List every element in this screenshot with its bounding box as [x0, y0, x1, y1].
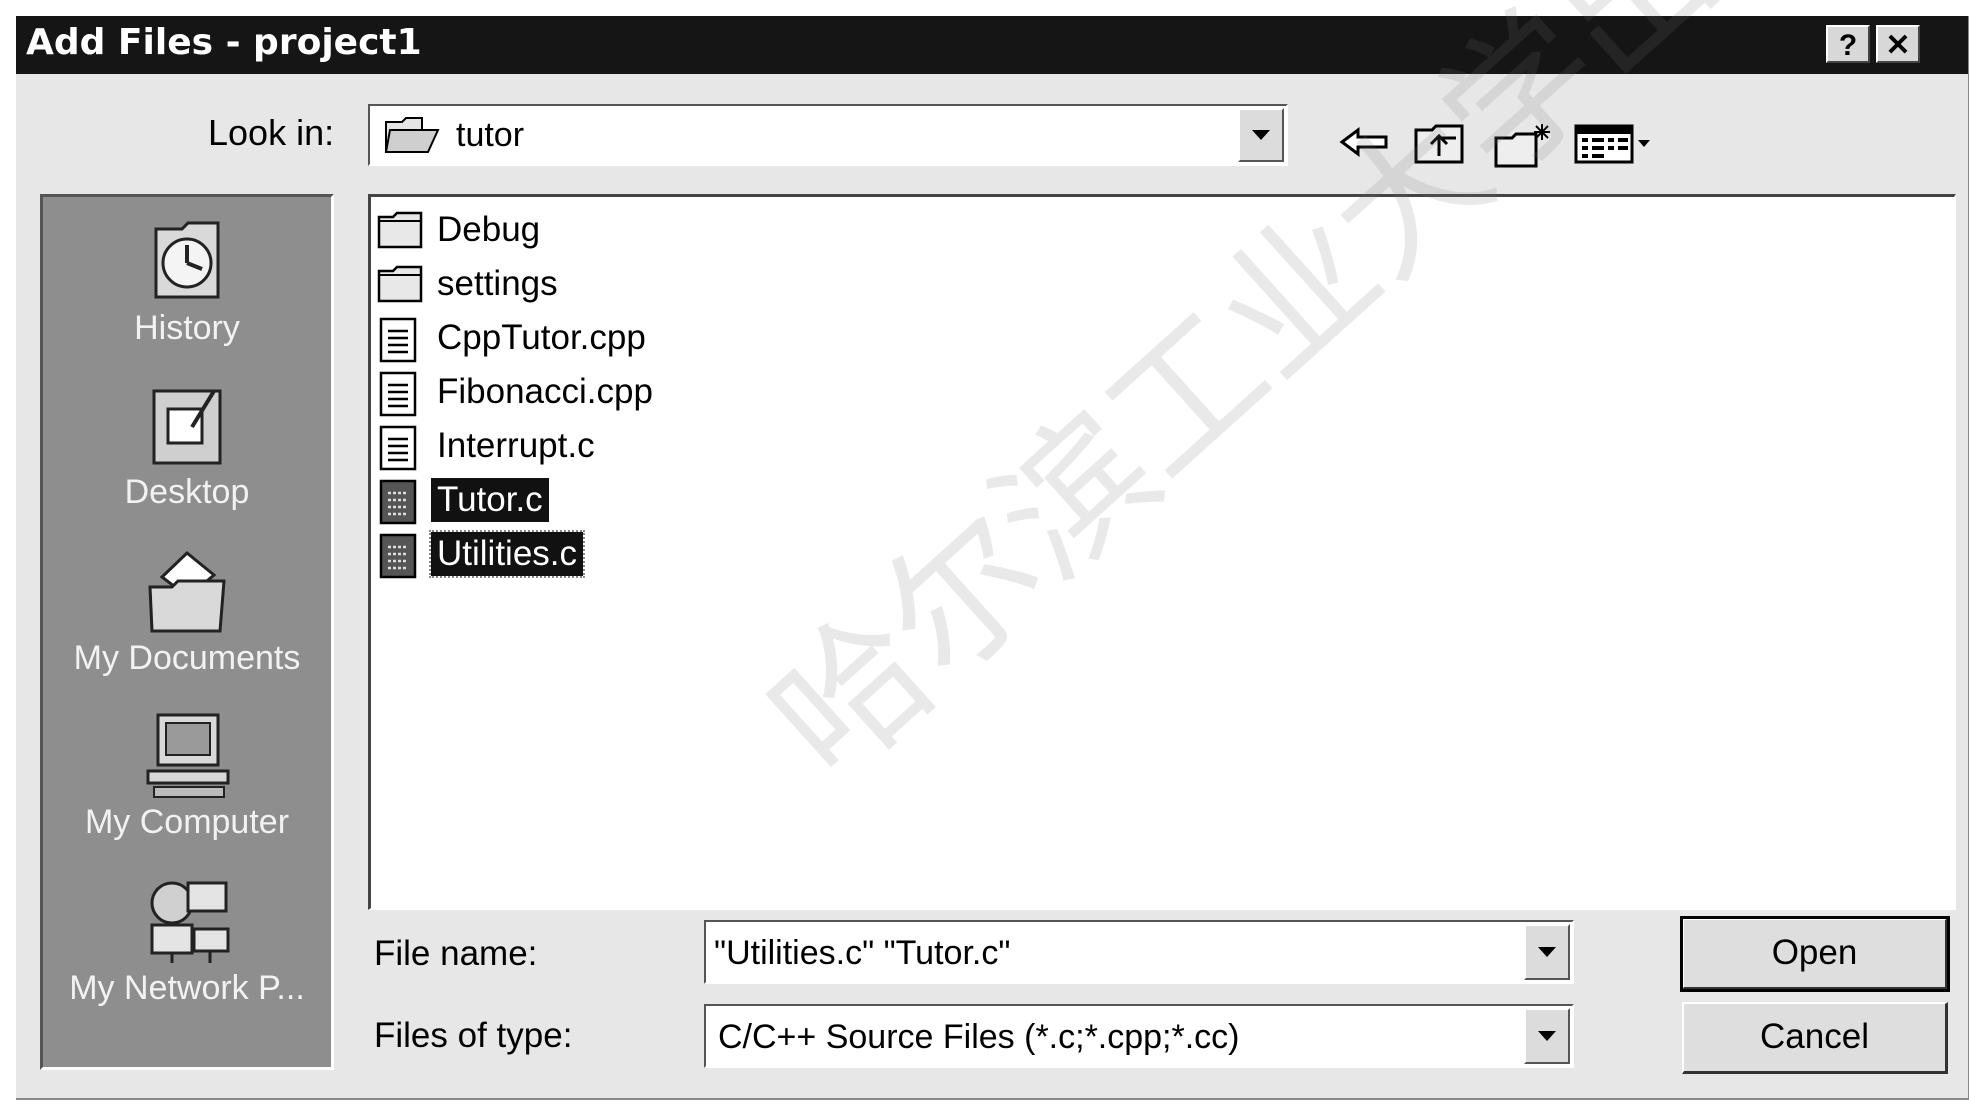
place-my-network[interactable]: My Network P... — [43, 877, 331, 1037]
file-name: Interrupt.c — [437, 426, 595, 465]
cancel-button[interactable]: Cancel — [1682, 1002, 1948, 1074]
file-name-input[interactable]: "Utilities.c" "Tutor.c" — [714, 934, 1010, 973]
file-name-dropdown-button[interactable] — [1524, 924, 1570, 980]
file-type-combo[interactable]: C/C++ Source Files (*.c;*.cpp;*.cc) — [704, 1004, 1574, 1068]
file-name: Utilities.c — [428, 530, 586, 578]
up-folder-icon[interactable] — [1412, 122, 1472, 166]
my-network-places-icon — [150, 881, 230, 963]
file-name: Fibonacci.cpp — [437, 372, 653, 411]
folder-icon — [377, 265, 423, 303]
folder-icon — [377, 211, 423, 249]
desktop-icon — [152, 389, 222, 465]
document-icon — [379, 371, 417, 417]
file-type-value: C/C++ Source Files (*.c;*.cpp;*.cc) — [718, 1018, 1240, 1056]
place-label: History — [134, 309, 240, 347]
my-documents-icon — [148, 550, 226, 633]
back-arrow-icon[interactable] — [1338, 122, 1392, 162]
document-icon — [379, 317, 417, 363]
file-name: CppTutor.cpp — [437, 318, 646, 357]
document-icon — [379, 533, 417, 579]
place-label: My Documents — [73, 639, 301, 677]
file-name: settings — [437, 264, 558, 303]
window-title: Add Files - project1 — [26, 22, 422, 63]
document-icon — [379, 479, 417, 525]
my-computer-icon — [146, 713, 230, 798]
title-bar[interactable]: Add Files - project1 ? ✕ — [16, 16, 1968, 74]
file-name-combo[interactable]: "Utilities.c" "Tutor.c" — [704, 920, 1574, 984]
place-label: My Network P... — [69, 969, 305, 1007]
close-button[interactable]: ✕ — [1876, 25, 1920, 63]
view-menu-icon[interactable] — [1572, 122, 1658, 166]
file-name: Tutor.c — [431, 478, 549, 522]
file-name-label: File name: — [374, 934, 538, 973]
places-bar: History Desktop My Documents My Computer… — [40, 194, 334, 1070]
add-files-dialog: Add Files - project1 ? ✕ Look in: tutor — [16, 0, 1969, 1100]
help-button[interactable]: ? — [1826, 25, 1870, 63]
place-my-documents[interactable]: My Documents — [43, 547, 331, 707]
look-in-combo[interactable]: tutor — [368, 104, 1288, 166]
place-label: Desktop — [124, 473, 250, 511]
look-in-value: tutor — [456, 116, 525, 154]
place-label: My Computer — [84, 803, 290, 841]
file-list[interactable]: Debug settings CppTutor.cpp Fibonacci.cp… — [368, 194, 1956, 910]
new-folder-icon[interactable] — [1492, 122, 1554, 170]
file-name: Debug — [437, 210, 541, 249]
folder-open-icon — [384, 117, 440, 153]
open-button[interactable]: Open — [1680, 916, 1950, 992]
place-my-computer[interactable]: My Computer — [43, 711, 331, 871]
place-desktop[interactable]: Desktop — [43, 381, 331, 541]
document-icon — [379, 425, 417, 471]
look-in-dropdown-button[interactable] — [1238, 108, 1284, 162]
look-in-label: Look in: — [208, 112, 335, 153]
place-history[interactable]: History — [43, 217, 331, 377]
history-icon — [154, 221, 220, 299]
file-type-label: Files of type: — [374, 1016, 573, 1055]
file-type-dropdown-button[interactable] — [1524, 1008, 1570, 1064]
